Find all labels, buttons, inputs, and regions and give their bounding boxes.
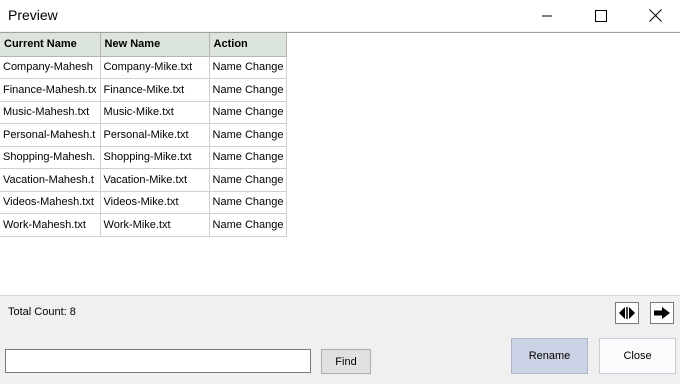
- cell-action: Name Change: [208, 145, 288, 169]
- cell-current-name: Videos-Mahesh.txt: [0, 190, 101, 214]
- rename-preview-table: Current Name New Name Action Company-Mah…: [0, 33, 288, 237]
- cell-new-name: Company-Mike.txt: [99, 55, 210, 79]
- table-row[interactable]: Shopping-Mahesh. Shopping-Mike.txt Name …: [0, 145, 288, 169]
- close-icon: [648, 9, 662, 22]
- minimize-button[interactable]: [524, 0, 570, 31]
- window-title: Preview: [8, 7, 58, 23]
- table-row[interactable]: Personal-Mahesh.t Personal-Mike.txt Name…: [0, 123, 288, 147]
- table-row[interactable]: Finance-Mahesh.tx Finance-Mike.txt Name …: [0, 78, 288, 102]
- table-header-row: Current Name New Name Action: [0, 33, 288, 57]
- column-header-action[interactable]: Action: [208, 33, 288, 57]
- cell-new-name: Music-Mike.txt: [99, 100, 210, 124]
- cell-current-name: Finance-Mahesh.tx: [0, 78, 101, 102]
- total-count-label: Total Count: 8: [8, 306, 76, 318]
- preview-pane: Current Name New Name Action Company-Mah…: [0, 32, 680, 296]
- cell-current-name: Work-Mahesh.txt: [0, 213, 101, 237]
- find-button[interactable]: Find: [321, 349, 371, 374]
- table-row[interactable]: Vacation-Mahesh.t Vacation-Mike.txt Name…: [0, 168, 288, 192]
- table-row[interactable]: Company-Mahesh Company-Mike.txt Name Cha…: [0, 55, 288, 79]
- rename-button[interactable]: Rename: [511, 338, 588, 374]
- cell-new-name: Personal-Mike.txt: [99, 123, 210, 147]
- minimize-icon: [542, 15, 552, 16]
- cell-action: Name Change: [208, 55, 288, 79]
- cell-current-name: Company-Mahesh: [0, 55, 101, 79]
- table-row[interactable]: Work-Mahesh.txt Work-Mike.txt Name Chang…: [0, 213, 288, 237]
- cell-action: Name Change: [208, 123, 288, 147]
- cell-current-name: Shopping-Mahesh.: [0, 145, 101, 169]
- apply-next-button[interactable]: [650, 302, 674, 324]
- cell-action: Name Change: [208, 168, 288, 192]
- table-row[interactable]: Music-Mahesh.txt Music-Mike.txt Name Cha…: [0, 100, 288, 124]
- arrow-right-icon: [654, 307, 670, 319]
- cell-action: Name Change: [208, 100, 288, 124]
- cell-current-name: Vacation-Mahesh.t: [0, 168, 101, 192]
- cell-current-name: Music-Mahesh.txt: [0, 100, 101, 124]
- column-header-new-name[interactable]: New Name: [99, 33, 210, 57]
- cell-new-name: Vacation-Mike.txt: [99, 168, 210, 192]
- maximize-button[interactable]: [578, 0, 624, 31]
- title-bar: Preview: [0, 0, 680, 31]
- close-button[interactable]: Close: [599, 338, 676, 374]
- swap-button[interactable]: [615, 302, 639, 324]
- cell-new-name: Work-Mike.txt: [99, 213, 210, 237]
- close-window-button[interactable]: [632, 0, 678, 31]
- cell-action: Name Change: [208, 78, 288, 102]
- cell-action: Name Change: [208, 190, 288, 214]
- cell-new-name: Videos-Mike.txt: [99, 190, 210, 214]
- maximize-icon: [595, 9, 607, 22]
- cell-action: Name Change: [208, 213, 288, 237]
- cell-new-name: Shopping-Mike.txt: [99, 145, 210, 169]
- swap-arrows-icon: [619, 307, 635, 319]
- cell-new-name: Finance-Mike.txt: [99, 78, 210, 102]
- column-header-current-name[interactable]: Current Name: [0, 33, 101, 57]
- cell-current-name: Personal-Mahesh.t: [0, 123, 101, 147]
- table-row[interactable]: Videos-Mahesh.txt Videos-Mike.txt Name C…: [0, 190, 288, 214]
- search-input[interactable]: [5, 349, 311, 373]
